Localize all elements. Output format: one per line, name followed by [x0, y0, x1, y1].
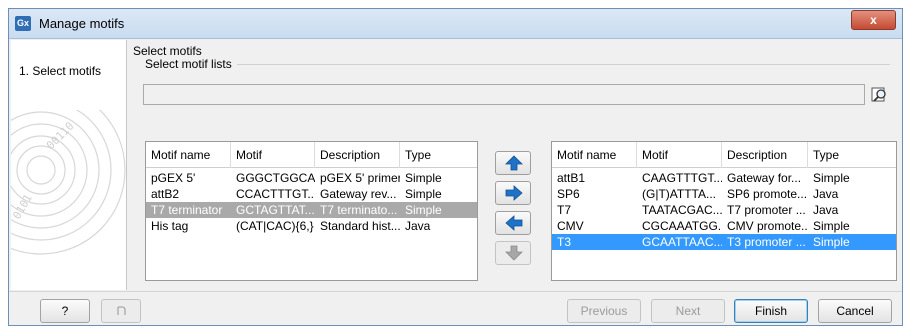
cell-type: Simple [405, 171, 442, 185]
page-heading: Select motifs [133, 44, 202, 58]
table-row[interactable]: attB1 CAAGTTTGT... Gateway for... Simple [552, 170, 896, 186]
cell-motif: CCACTTTGT... [236, 187, 315, 201]
column-header-motif[interactable]: Motif [637, 142, 722, 168]
column-header-motif[interactable]: Motif [231, 142, 315, 168]
move-left-icon [505, 215, 523, 231]
move-up-icon [505, 155, 523, 171]
manage-motifs-dialog: Gx Manage motifs x 1. Select motifs 0011… [8, 8, 903, 326]
app-icon: Gx [15, 16, 31, 31]
cell-type: Simple [813, 171, 850, 185]
svg-text:0101: 0101 [11, 192, 35, 221]
cell-motif: (CAT|CAC){6,} [236, 219, 314, 233]
column-header-motif-name[interactable]: Motif name [146, 142, 231, 168]
main-content: Select motifs Select motif lists Motif n… [127, 40, 900, 290]
undo-icon [117, 306, 126, 315]
cell-motif: GGGCTGGCA... [236, 171, 315, 185]
column-header-type[interactable]: Type [808, 142, 898, 168]
cell-description: SP6 promote... [727, 187, 808, 201]
move-up-button[interactable] [495, 151, 531, 175]
cell-motif: GCTAGTTAT... [236, 203, 315, 217]
close-button[interactable]: x [851, 10, 896, 30]
table-row[interactable]: T7 TAATACGAC... T7 promoter ... Java [552, 202, 896, 218]
cell-description: Gateway for... [727, 171, 802, 185]
cell-motif: (G|T)ATTTA... [642, 187, 716, 201]
remove-from-selected-button[interactable] [495, 211, 531, 235]
move-down-button[interactable] [495, 241, 531, 265]
table-row-selected[interactable]: T3 GCAATTAAC... T3 promoter ... Simple [552, 234, 896, 250]
cell-type: Java [405, 219, 431, 233]
cell-type: Simple [405, 203, 442, 217]
table-header: Motif name Motif Description Type [552, 142, 896, 168]
cell-motif: GCAATTAAC... [642, 235, 722, 249]
restore-defaults-button[interactable] [101, 299, 141, 323]
cell-motif-name: T3 [557, 235, 572, 249]
cell-description: Standard hist... [320, 219, 400, 233]
cell-motif: TAATACGAC... [642, 203, 722, 217]
cell-type: Simple [813, 235, 850, 249]
cell-type: Java [813, 203, 839, 217]
table-header: Motif name Motif Description Type [146, 142, 477, 168]
cell-motif-name: His tag [151, 219, 189, 233]
next-button[interactable]: Next [651, 299, 725, 323]
finish-button[interactable]: Finish [734, 299, 808, 323]
help-button[interactable]: ? [40, 299, 90, 323]
cell-motif-name: SP6 [557, 187, 580, 201]
cancel-button[interactable]: Cancel [818, 299, 892, 323]
table-row[interactable]: attB2 CCACTTTGT... Gateway rev... Simple [146, 186, 477, 202]
previous-button[interactable]: Previous [567, 299, 641, 323]
cell-description: Gateway rev... [320, 187, 397, 201]
cell-type: Simple [405, 187, 442, 201]
cell-motif-name: attB2 [151, 187, 180, 201]
cell-type: Java [813, 187, 839, 201]
add-to-selected-button[interactable] [495, 181, 531, 205]
footer-divider [9, 291, 902, 292]
cell-description: CMV promote... [727, 219, 808, 233]
table-row[interactable]: His tag (CAT|CAC){6,} Standard hist... J… [146, 218, 477, 234]
table-row[interactable]: SP6 (G|T)ATTTA... SP6 promote... Java [552, 186, 896, 202]
move-right-icon [505, 185, 523, 201]
table-row[interactable]: CMV CGCAAATGG... CMV promote... Simple [552, 218, 896, 234]
title-bar: Gx Manage motifs x [9, 9, 902, 39]
column-header-description[interactable]: Description [315, 142, 400, 168]
cell-description: T7 terminato... [320, 203, 398, 217]
cell-description: T3 promoter ... [727, 235, 806, 249]
move-down-icon [505, 245, 523, 261]
motif-list-path-field[interactable] [143, 84, 865, 105]
cell-description: T7 promoter ... [727, 203, 806, 217]
browse-search-icon[interactable] [871, 86, 889, 104]
window-title: Manage motifs [39, 16, 125, 31]
table-row-selected[interactable]: T7 terminator GCTAGTTAT... T7 terminato.… [146, 202, 477, 218]
cell-motif-name: attB1 [557, 171, 586, 185]
wizard-steps-panel: 1. Select motifs 00110 0101 [11, 40, 127, 290]
cell-type: Simple [813, 219, 850, 233]
group-divider [237, 64, 890, 65]
cell-motif-name: T7 [557, 203, 572, 217]
selected-motifs-table[interactable]: Motif name Motif Description Type attB1 … [551, 141, 897, 281]
column-header-type[interactable]: Type [400, 142, 479, 168]
cell-description: pGEX 5' primer [320, 171, 400, 185]
cell-motif: CGCAAATGG... [642, 219, 722, 233]
table-row[interactable]: pGEX 5' GGGCTGGCA... pGEX 5' primer Simp… [146, 170, 477, 186]
column-header-motif-name[interactable]: Motif name [552, 142, 637, 168]
cell-motif-name: pGEX 5' [151, 171, 196, 185]
step-select-motifs[interactable]: 1. Select motifs [19, 64, 101, 78]
cell-motif-name: CMV [557, 219, 584, 233]
available-motifs-table[interactable]: Motif name Motif Description Type pGEX 5… [145, 141, 478, 281]
decorative-spiral-image: 00110 0101 [11, 110, 126, 255]
cell-motif: CAAGTTTGT... [642, 171, 722, 185]
column-header-description[interactable]: Description [722, 142, 808, 168]
motif-lists-group-label: Select motif lists [145, 57, 232, 71]
cell-motif-name: T7 terminator [151, 203, 223, 217]
